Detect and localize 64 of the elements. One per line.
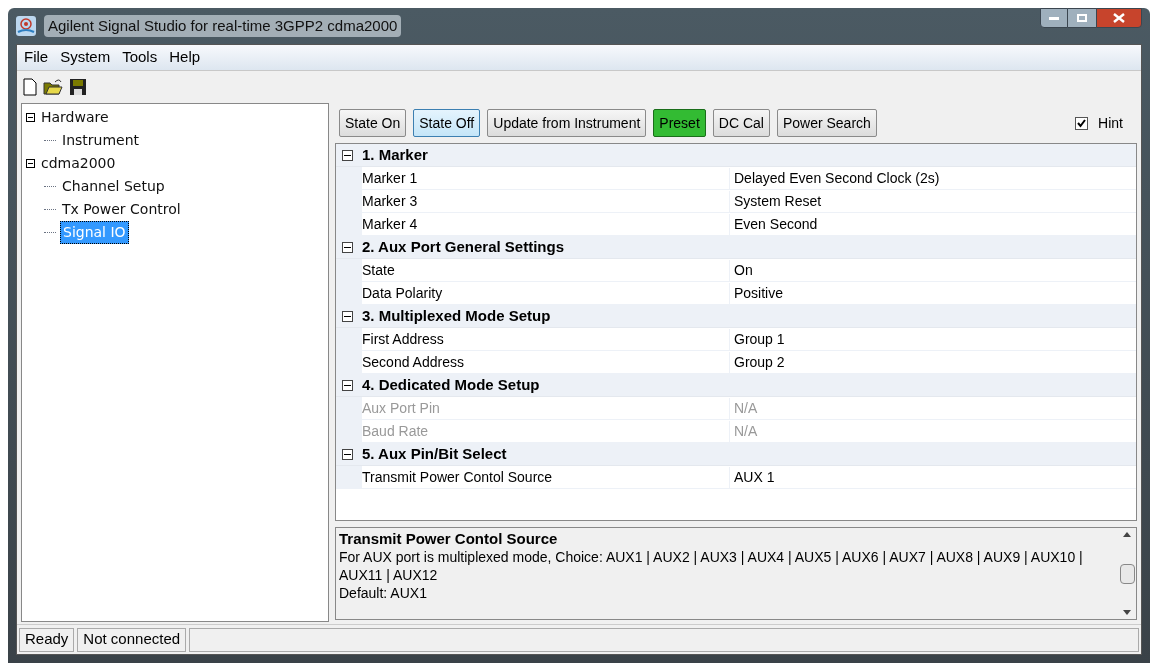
- property-value[interactable]: Group 1: [730, 328, 785, 350]
- collapse-icon[interactable]: [342, 379, 353, 391]
- antenna-icon: [16, 16, 36, 36]
- property-value[interactable]: On: [730, 259, 753, 281]
- collapse-icon[interactable]: [342, 310, 353, 322]
- toolbar-button[interactable]: State Off: [413, 109, 481, 137]
- status-text: Ready: [19, 627, 75, 652]
- property-name: Marker 3: [362, 190, 730, 212]
- category-title: 3. Multiplexed Mode Setup: [362, 305, 551, 326]
- property-name: First Address: [362, 328, 730, 350]
- open-folder-icon[interactable]: [43, 78, 63, 96]
- menu-item[interactable]: File: [21, 46, 52, 69]
- property-name: State: [362, 259, 730, 281]
- status-text: Not connected: [77, 627, 187, 652]
- collapse-icon[interactable]: [26, 159, 35, 168]
- category-title: 4. Dedicated Mode Setup: [362, 374, 540, 395]
- property-name: Marker 1: [362, 167, 730, 189]
- tree-item[interactable]: Instrument: [60, 130, 142, 151]
- collapse-icon[interactable]: [26, 113, 35, 122]
- help-text: For AUX port is multiplexed mode, Choice: AUX1 | AUX2 | AUX3 | AUX4 | AUX5 | AUX6 | AUX7 | AUX8 | AUX9 | AUX10 | AUX11 | AUX12: [339, 548, 1084, 584]
- tree-item[interactable]: cdma2000: [39, 153, 118, 174]
- toolbar-button[interactable]: State On: [339, 109, 407, 137]
- toolbar-button[interactable]: Power Search: [776, 109, 877, 137]
- minimize-button[interactable]: [1040, 8, 1068, 28]
- property-name: Baud Rate: [362, 420, 730, 442]
- close-icon: [1113, 13, 1125, 23]
- property-name: Second Address: [362, 351, 730, 373]
- maximize-button[interactable]: [1068, 8, 1096, 28]
- window-title: Agilent Signal Studio for real-time 3GPP2 cdma2000: [44, 14, 402, 38]
- close-button[interactable]: [1096, 8, 1142, 28]
- category-title: 1. Marker: [362, 144, 428, 165]
- property-value[interactable]: Positive: [730, 282, 784, 304]
- help-text: Default: AUX1: [339, 584, 428, 602]
- property-value[interactable]: AUX 1: [730, 466, 775, 488]
- scroll-down-icon[interactable]: [1123, 610, 1131, 615]
- property-value[interactable]: Even Second: [730, 213, 818, 235]
- property-name: Data Polarity: [362, 282, 730, 304]
- tree-item[interactable]: Tx Power Control: [60, 199, 183, 220]
- property-name: Aux Port Pin: [362, 397, 730, 419]
- tree-item[interactable]: Channel Setup: [60, 176, 167, 197]
- collapse-icon[interactable]: [342, 448, 353, 460]
- scroll-thumb[interactable]: [1119, 563, 1135, 584]
- category-title: 2. Aux Port General Settings: [362, 236, 564, 257]
- property-value[interactable]: Delayed Even Second Clock (2s): [730, 167, 940, 189]
- toolbar-button[interactable]: DC Cal: [712, 109, 770, 137]
- category-title: 5. Aux Pin/Bit Select: [362, 443, 507, 464]
- help-title: Transmit Power Contol Source: [339, 530, 559, 548]
- collapse-icon[interactable]: [342, 149, 353, 161]
- hint-label: Hint: [1098, 113, 1123, 133]
- toolbar-button[interactable]: Update from Instrument: [487, 109, 647, 137]
- collapse-icon[interactable]: [342, 241, 353, 253]
- menu-item[interactable]: System: [57, 46, 114, 69]
- property-value[interactable]: Group 2: [730, 351, 785, 373]
- scroll-up-icon[interactable]: [1123, 532, 1131, 537]
- menu-item[interactable]: Tools: [119, 46, 161, 69]
- menu-item[interactable]: Help: [166, 46, 204, 69]
- new-file-icon[interactable]: [23, 78, 37, 96]
- property-value[interactable]: System Reset: [730, 190, 822, 212]
- tree-item[interactable]: Hardware: [39, 107, 111, 128]
- property-name: Marker 4: [362, 213, 730, 235]
- toolbar-button[interactable]: Preset: [653, 109, 706, 137]
- hint-checkbox[interactable]: [1075, 116, 1089, 130]
- save-icon[interactable]: [69, 78, 87, 96]
- property-name: Transmit Power Contol Source: [362, 466, 730, 488]
